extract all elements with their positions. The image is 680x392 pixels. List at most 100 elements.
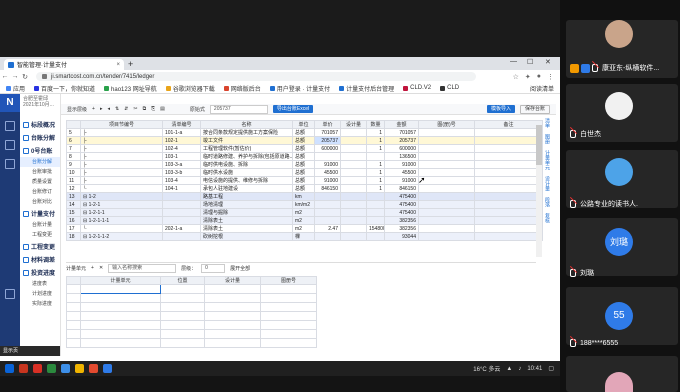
table-cell[interactable]: 102-1: [162, 136, 201, 145]
table-cell[interactable]: 15: [66, 208, 81, 217]
table-cell[interactable]: 10: [66, 168, 81, 177]
move-down-icon[interactable]: ⇵: [124, 106, 128, 112]
forward-icon[interactable]: →: [10, 73, 20, 80]
table-cell[interactable]: 846150: [384, 184, 419, 193]
table-cell[interactable]: 18: [66, 232, 81, 241]
table-cell[interactable]: 102-4: [162, 144, 201, 153]
table-cell[interactable]: m2: [292, 208, 315, 217]
table-cell[interactable]: 路基工程: [200, 192, 293, 201]
table-cell[interactable]: 103-4: [162, 176, 201, 185]
explorer-icon[interactable]: [75, 364, 84, 373]
delete-unit-icon[interactable]: ✕: [99, 265, 103, 271]
table-row[interactable]: 14 ⊟ 1-2-1 场地清理 km/m2 475400: [66, 200, 543, 209]
nav-item[interactable]: 进度表: [20, 279, 60, 289]
table-row[interactable]: 10 ├ 103-3-b 临时供水设施 总额 45500 1 45500: [66, 168, 543, 177]
table-cell[interactable]: 16: [66, 216, 81, 225]
table-cell[interactable]: 382356: [384, 216, 419, 225]
word-icon[interactable]: [33, 364, 42, 373]
table-cell[interactable]: [474, 152, 543, 161]
table-cell[interactable]: 总额: [292, 128, 315, 137]
col-header[interactable]: 金额: [384, 120, 419, 129]
export-excel-button[interactable]: 导出台账Excel: [272, 105, 314, 113]
copy-icon[interactable]: ⧉: [143, 106, 147, 112]
table-cell[interactable]: [340, 176, 367, 185]
col-header[interactable]: 名称: [200, 120, 293, 129]
table-cell[interactable]: [418, 200, 475, 209]
volume-icon[interactable]: ♪: [518, 366, 521, 372]
bookmark-baidu[interactable]: 百度一下，你就知道: [34, 84, 95, 93]
side-link[interactable]: 复核: [544, 213, 551, 223]
table-cell[interactable]: ⊟ 1-2-1: [80, 200, 163, 209]
table-cell[interactable]: 清理与掘除: [200, 208, 293, 217]
extensions-icon[interactable]: ✦: [525, 73, 531, 81]
table-cell[interactable]: [418, 216, 475, 225]
table-cell[interactable]: 1: [366, 160, 385, 169]
unit-search-input[interactable]: 输入名称搜索: [108, 263, 177, 273]
move-up-icon[interactable]: ⇅: [115, 106, 119, 112]
reading-list[interactable]: 阅读清单: [530, 84, 554, 93]
nav-item[interactable]: 计划进度: [20, 289, 60, 299]
table-cell[interactable]: [418, 160, 475, 169]
table-cell[interactable]: 91000: [384, 160, 419, 169]
table-cell[interactable]: 8: [66, 152, 81, 161]
table-cell[interactable]: 101-1-a: [162, 128, 201, 137]
table-row[interactable]: 17 └ 202-1-a 清除表土 m2 2.47 154800 382356: [66, 224, 543, 233]
table-cell[interactable]: └: [80, 184, 163, 193]
table-cell[interactable]: [418, 184, 475, 193]
table-cell[interactable]: 竣工文件: [200, 136, 293, 145]
save-ledger-button[interactable]: 保存台账: [519, 104, 550, 114]
menu-icon[interactable]: ⋮: [547, 73, 554, 81]
table-cell[interactable]: 棵: [292, 232, 315, 241]
table-cell[interactable]: [474, 136, 543, 145]
bookmark-login[interactable]: 用户登录 · 计量支付: [269, 84, 330, 93]
table-row[interactable]: [66, 284, 317, 294]
table-row[interactable]: 18 ⊟ 1-2-1-1-2 砍树挖根棵 93044: [66, 232, 543, 241]
table-cell[interactable]: 总额: [292, 184, 315, 193]
table-cell[interactable]: └: [80, 224, 163, 233]
table-row[interactable]: [66, 320, 317, 330]
side-link[interactable]: 图册: [544, 134, 551, 144]
table-cell[interactable]: 91000: [314, 160, 341, 169]
table-cell[interactable]: ⊟ 1-2: [80, 192, 163, 201]
table-row[interactable]: 8 ├ 103-1 临时道路修建、养护与拆除(包括原道路...) 总额 136500: [66, 152, 543, 161]
table-cell[interactable]: 9: [66, 160, 81, 169]
folder-icon[interactable]: [61, 364, 70, 373]
table-cell[interactable]: 总额: [292, 136, 315, 145]
table-cell[interactable]: [366, 232, 385, 241]
table-cell[interactable]: [474, 144, 543, 153]
table-cell[interactable]: 工程管理软件(暂估价): [200, 144, 293, 153]
table-cell[interactable]: m2: [292, 224, 315, 233]
table-cell[interactable]: 临时供电设施、拆除: [200, 160, 293, 169]
nav-section[interactable]: 台账分解: [20, 131, 60, 144]
add-icon[interactable]: +: [92, 106, 95, 112]
table-cell[interactable]: 临时供水设施: [200, 168, 293, 177]
level-select[interactable]: 0: [201, 263, 226, 273]
table-cell[interactable]: [418, 152, 475, 161]
bookmark-cld[interactable]: CLD: [440, 85, 459, 91]
table-cell[interactable]: [418, 144, 475, 153]
table-cell[interactable]: 475400: [384, 208, 419, 217]
table-cell[interactable]: 清除表土: [200, 216, 293, 225]
table-cell[interactable]: 136500: [384, 152, 419, 161]
bookmark-web-admin[interactable]: 网络版后台: [223, 84, 261, 93]
add-unit-icon[interactable]: +: [91, 265, 94, 271]
table-cell[interactable]: 600000: [384, 144, 419, 153]
table-cell[interactable]: ├: [80, 160, 163, 169]
star-icon[interactable]: ☆: [513, 73, 519, 81]
table-cell[interactable]: 205737: [314, 136, 341, 145]
table-cell[interactable]: 154800: [366, 224, 385, 233]
table-row[interactable]: [66, 338, 317, 348]
table-cell[interactable]: 总额: [292, 160, 315, 169]
table-cell[interactable]: [162, 232, 201, 241]
table-row[interactable]: [66, 311, 317, 321]
table-cell[interactable]: 临时道路修建、养护与拆除(包括原道路...): [200, 152, 293, 161]
table-cell[interactable]: [418, 128, 475, 137]
table-cell[interactable]: 总额: [292, 168, 315, 177]
browser-tab[interactable]: 智能管理·计量支付 ×: [4, 59, 124, 70]
table-row[interactable]: 12 └ 104-1 承包人驻地建设 总额 846150 1 846150: [66, 184, 543, 193]
table-cell[interactable]: [474, 232, 543, 241]
table-cell[interactable]: 382356: [384, 224, 419, 233]
table-row[interactable]: 11 ├ 103-4 电信设施的提供、维修与拆除 总额 91000 1 91000: [66, 176, 543, 185]
search-input[interactable]: 205737: [209, 104, 268, 114]
table-cell[interactable]: 17: [66, 224, 81, 233]
